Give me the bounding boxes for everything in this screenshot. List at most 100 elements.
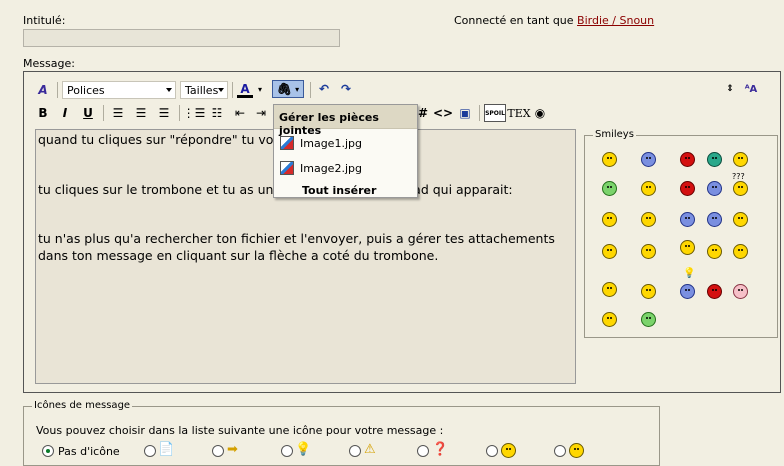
smiley-icon[interactable]: [707, 181, 722, 196]
smiley-icon[interactable]: [602, 181, 617, 196]
text-line: tu n'as plus qu'a rechercher ton fichier…: [38, 231, 555, 246]
size-select[interactable]: Tailles: [180, 81, 228, 99]
smiley-icon[interactable]: [602, 152, 617, 167]
hat-smiley-icon[interactable]: [707, 244, 722, 259]
smiley-icon[interactable]: [641, 152, 656, 167]
message-icons-panel: Icônes de message Vous pouvez choisir da…: [23, 400, 660, 466]
toolbar-separator: [179, 105, 180, 121]
smiley-icon[interactable]: [733, 284, 748, 299]
redo-icon[interactable]: ↷: [337, 80, 355, 98]
smiley-icon[interactable]: [733, 212, 748, 227]
document-icon: 📄: [158, 442, 175, 457]
grin-smiley-icon: [569, 443, 584, 458]
smileys-legend: Smileys: [593, 129, 636, 140]
smiley-icon[interactable]: [680, 212, 695, 227]
align-left-icon[interactable]: ☰: [109, 104, 127, 122]
no-icon-label: Pas d'icône: [58, 445, 120, 458]
font-size-icon[interactable]: ᴬA: [742, 80, 760, 98]
image-file-icon: [280, 136, 294, 150]
media-icon[interactable]: ◉: [531, 104, 549, 122]
bold-button[interactable]: B: [34, 104, 52, 122]
lightbulb-icon: 💡: [295, 442, 312, 457]
connected-prefix: Connecté en tant que: [454, 14, 574, 27]
indent-icon[interactable]: ⇥: [252, 104, 270, 122]
reading-smiley-icon[interactable]: [680, 240, 695, 255]
title-input[interactable]: [23, 29, 340, 47]
smiley-icon[interactable]: [680, 284, 695, 299]
color-dropdown-arrow[interactable]: ▾: [255, 80, 265, 98]
align-right-icon[interactable]: ☰: [155, 104, 173, 122]
numbered-list-icon[interactable]: ⋮☰: [183, 104, 206, 122]
image-icon[interactable]: ▣: [456, 104, 474, 122]
smiley-icon[interactable]: [707, 284, 722, 299]
paperclip-icon: 🖇: [276, 82, 293, 96]
resize-icon[interactable]: ⇕: [721, 80, 739, 98]
font-select-value: Polices: [67, 83, 105, 97]
toolbar-separator: [479, 105, 480, 121]
text-color-icon[interactable]: A: [236, 80, 254, 98]
arrow-right-icon: ➡: [227, 442, 238, 457]
insert-all-item[interactable]: Tout insérer: [302, 184, 376, 197]
spoil-button[interactable]: SPOIL: [484, 104, 506, 122]
attachments-menu-title: Gérer les pièces jointes: [274, 105, 417, 137]
smiley-icon[interactable]: [641, 244, 656, 259]
smiley-icon[interactable]: [680, 181, 695, 196]
attachment-button[interactable]: 🖇 ▾: [272, 80, 304, 98]
warning-icon: ⚠: [364, 442, 376, 457]
outdent-icon[interactable]: ⇤: [231, 104, 249, 122]
icon-radio-none[interactable]: [42, 445, 54, 457]
style-icon[interactable]: A: [34, 81, 52, 99]
smiley-icon: [501, 443, 516, 458]
smiley-icon[interactable]: [602, 312, 617, 327]
italic-button[interactable]: I: [56, 104, 74, 122]
align-center-icon[interactable]: ☰: [132, 104, 150, 122]
angel-smiley-icon[interactable]: [641, 212, 656, 227]
attachment-item-label: Image1.jpg: [300, 136, 362, 150]
icon-radio-smiley[interactable]: [486, 445, 498, 457]
icon-radio-warning[interactable]: [349, 445, 361, 457]
help-smiley-icon[interactable]: [602, 212, 617, 227]
toolbar-separator: [57, 82, 58, 98]
toolbar-separator: [232, 82, 233, 98]
bullet-list-icon[interactable]: ☷: [208, 104, 226, 122]
icon-radio-arrow[interactable]: [212, 445, 224, 457]
connected-status: Connecté en tant que Birdie / Snoun: [454, 14, 654, 27]
smiley-icon[interactable]: [707, 152, 722, 167]
image-file-icon: [280, 161, 294, 175]
toolbar-separator: [310, 82, 311, 98]
smiley-icon[interactable]: [641, 284, 656, 299]
chevron-down-icon: ▾: [295, 84, 300, 94]
smiley-icon[interactable]: [641, 312, 656, 327]
question-icon: ❓: [432, 442, 449, 457]
undo-icon[interactable]: ↶: [315, 80, 333, 98]
smiley-icon[interactable]: [680, 152, 695, 167]
tex-button[interactable]: TEX: [507, 104, 530, 122]
attachment-item-image1[interactable]: Image1.jpg: [280, 136, 362, 150]
lightbulb-icon: 💡: [683, 268, 696, 279]
smiley-icon[interactable]: [733, 181, 748, 196]
attachments-menu: Gérer les pièces jointes Image1.jpg Imag…: [273, 104, 418, 198]
message-label: Message:: [23, 57, 75, 70]
code-button[interactable]: <>: [433, 104, 453, 122]
icon-radio-document[interactable]: [144, 445, 156, 457]
smiley-icon[interactable]: [602, 282, 617, 297]
message-icons-legend: Icônes de message: [32, 400, 133, 411]
smiley-icon[interactable]: [733, 244, 748, 259]
toolbar-separator: [103, 105, 104, 121]
smiley-icon[interactable]: [641, 181, 656, 196]
smiley-icon[interactable]: [707, 212, 722, 227]
smiley-icon[interactable]: [602, 244, 617, 259]
attachment-item-label: Image2.jpg: [300, 161, 362, 175]
question-marks: ???: [732, 172, 745, 181]
underline-button[interactable]: U: [79, 104, 97, 122]
attachment-item-image2[interactable]: Image2.jpg: [280, 161, 362, 175]
title-label: Intitulé:: [23, 14, 66, 27]
icon-radio-grin[interactable]: [554, 445, 566, 457]
text-line: [38, 198, 573, 215]
icon-radio-lightbulb[interactable]: [281, 445, 293, 457]
user-link[interactable]: Birdie / Snoun: [577, 14, 654, 27]
message-icons-description: Vous pouvez choisir dans la liste suivan…: [36, 424, 444, 437]
smiley-icon[interactable]: [733, 152, 748, 167]
font-select[interactable]: Polices: [62, 81, 176, 99]
icon-radio-question[interactable]: [417, 445, 429, 457]
